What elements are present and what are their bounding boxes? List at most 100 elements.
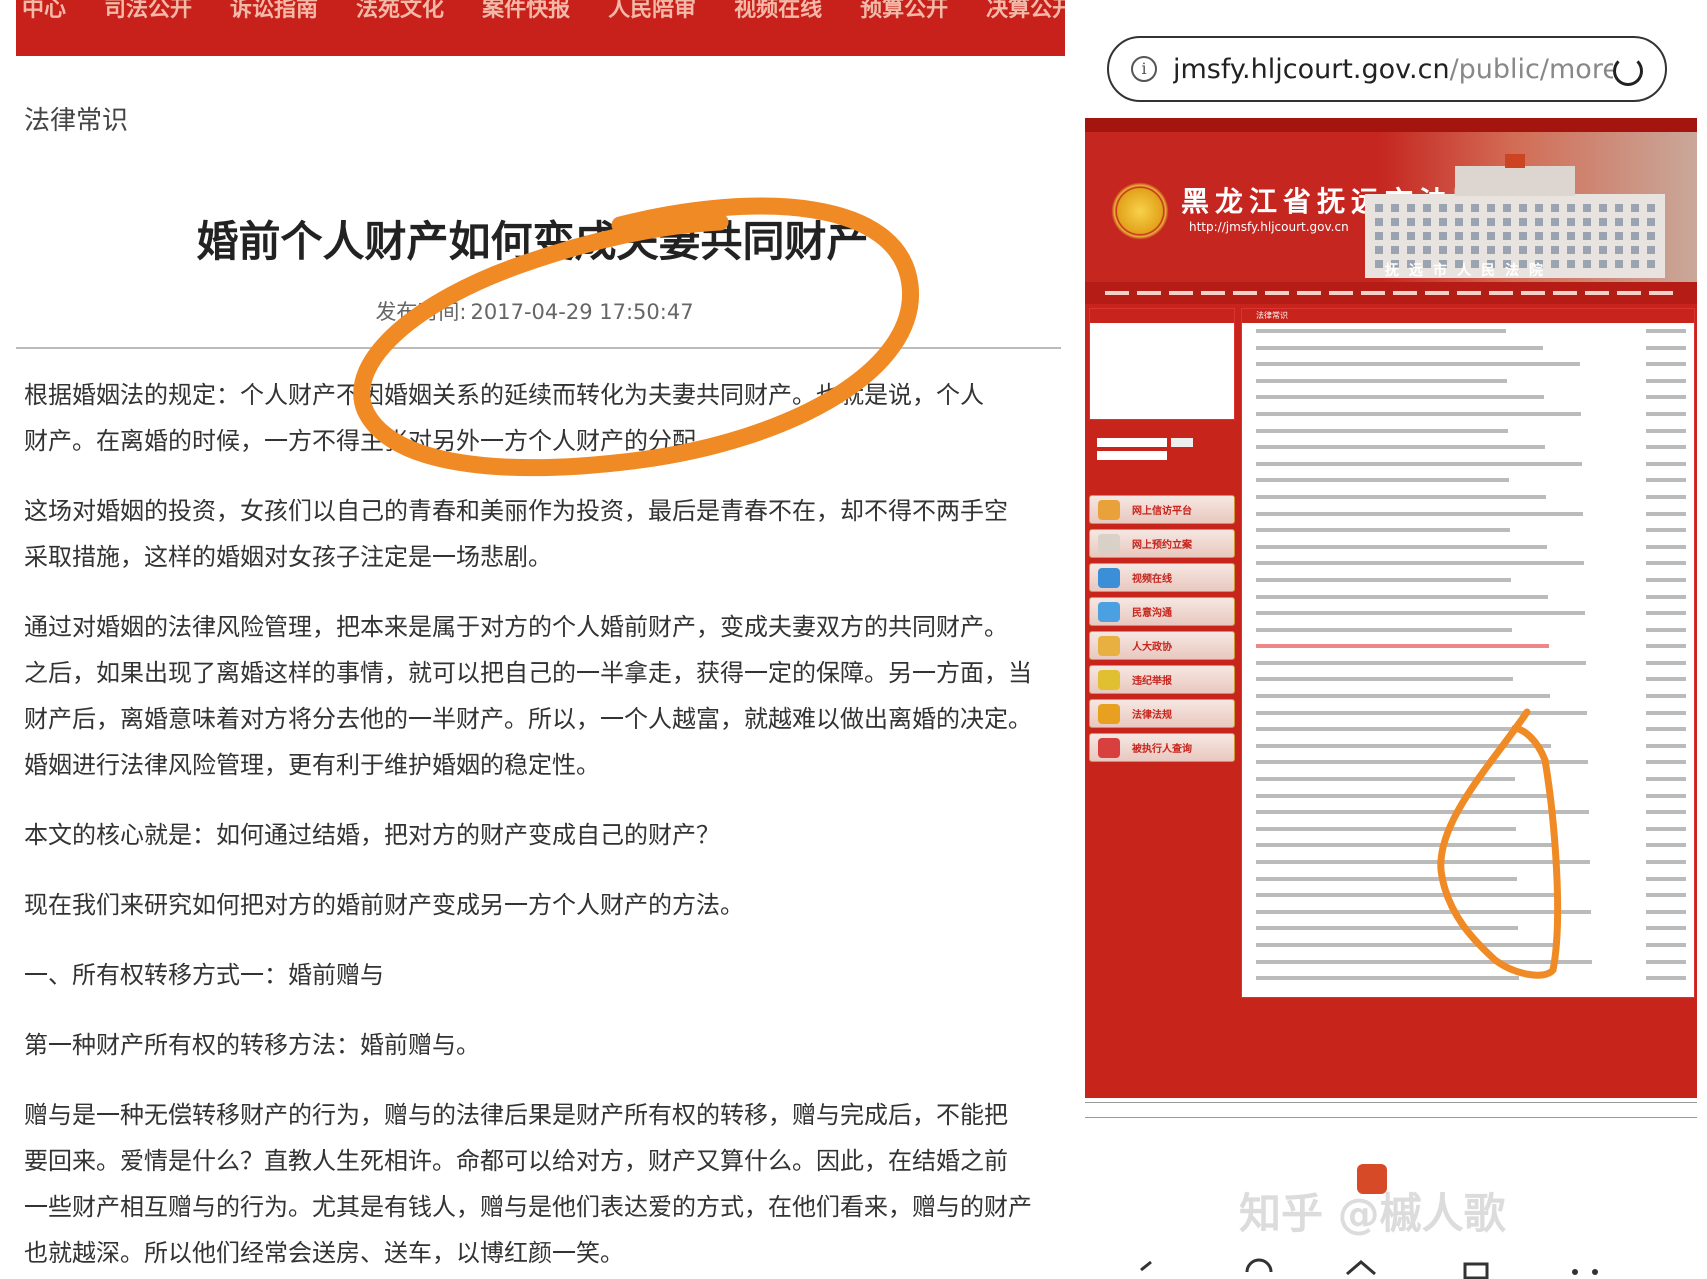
list-item[interactable]	[1242, 439, 1694, 456]
reload-icon[interactable]	[1613, 56, 1643, 86]
site-menu-item[interactable]	[1233, 291, 1257, 295]
article-line: 一、所有权转移方式一：婚前赠与	[24, 961, 384, 989]
list-item[interactable]	[1242, 539, 1694, 556]
tabs-icon	[1463, 1262, 1489, 1279]
sidebar-button[interactable]: 视频在线	[1089, 563, 1235, 592]
top-nav-item[interactable]: 中心	[22, 0, 66, 21]
list-item[interactable]	[1242, 522, 1694, 539]
site-menu-item[interactable]	[1585, 291, 1609, 295]
info-icon[interactable]: i	[1131, 56, 1157, 82]
top-nav-item[interactable]: 案件快报	[482, 0, 570, 21]
sidebar-button[interactable]: 民意沟通	[1089, 597, 1235, 626]
article-line: 现在我们来研究如何把对方的婚前财产变成另一方个人财产的方法。	[24, 891, 744, 919]
list-item[interactable]	[1242, 821, 1694, 838]
top-nav-item[interactable]: 诉讼指南	[230, 0, 318, 21]
list-item[interactable]	[1242, 389, 1694, 406]
list-item[interactable]	[1242, 754, 1694, 771]
list-item[interactable]	[1242, 920, 1694, 937]
article-line: 也就越深。所以他们经常会送房、送车，以博红颜一笑。	[24, 1239, 624, 1267]
list-item[interactable]	[1242, 788, 1694, 805]
sidebar-button[interactable]: 网上预约立案	[1089, 529, 1235, 558]
list-item[interactable]	[1242, 854, 1694, 871]
list-item[interactable]	[1242, 954, 1694, 971]
site-menu-item[interactable]	[1169, 291, 1193, 295]
sidebar-button[interactable]: 法律法规	[1089, 699, 1235, 728]
site-menu-item[interactable]	[1617, 291, 1641, 295]
site-menu-item[interactable]	[1649, 291, 1673, 295]
search-button[interactable]	[1171, 438, 1193, 447]
list-item[interactable]	[1242, 804, 1694, 821]
list-item[interactable]	[1242, 871, 1694, 888]
sidebar-button[interactable]: 被执行人查询	[1089, 733, 1235, 762]
list-item[interactable]	[1242, 589, 1694, 606]
zhihu-watermark: 知乎 @槭人歌	[1239, 1189, 1506, 1238]
list-item[interactable]	[1242, 406, 1694, 423]
list-item[interactable]	[1242, 472, 1694, 489]
list-item[interactable]	[1242, 904, 1694, 921]
list-item[interactable]	[1242, 671, 1694, 688]
search-input[interactable]	[1097, 451, 1167, 460]
list-item[interactable]	[1242, 506, 1694, 523]
article-list: 法律常识	[1241, 308, 1695, 998]
article-line: 财产。在离婚的时候，一方不得主张对另外一方个人财产的分配。	[24, 427, 720, 455]
top-nav-item[interactable]: 人民陪审	[608, 0, 696, 21]
list-item[interactable]	[1242, 323, 1694, 340]
article-line: 之后，如果出现了离婚这样的事情，就可以把自己的一半拿走，获得一定的保障。另一方面…	[24, 659, 1032, 687]
list-item[interactable]	[1242, 456, 1694, 473]
top-nav-item[interactable]: 预算公开	[860, 0, 948, 21]
list-item[interactable]	[1242, 605, 1694, 622]
list-item[interactable]	[1242, 655, 1694, 672]
sidebar-button-label: 法律法规	[1132, 710, 1172, 721]
list-item[interactable]	[1242, 937, 1694, 954]
site-menu-item[interactable]	[1361, 291, 1385, 295]
sidebar-button-label: 民意沟通	[1132, 608, 1172, 619]
top-nav-item[interactable]: 决算公开	[986, 0, 1065, 21]
search-select[interactable]	[1097, 438, 1167, 447]
site-menu-item[interactable]	[1137, 291, 1161, 295]
list-item[interactable]	[1242, 721, 1694, 738]
sidebar-button-label: 人大政协	[1132, 642, 1172, 653]
address-bar[interactable]: i jmsfy.hljcourt.gov.cn/public/more.p	[1107, 36, 1667, 102]
article-line: 婚姻进行法律风险管理，更有利于维护婚姻的稳定性。	[24, 751, 600, 779]
top-nav-item[interactable]: 司法公开	[104, 0, 192, 21]
list-item[interactable]	[1242, 340, 1694, 357]
site-menu-item[interactable]	[1105, 291, 1129, 295]
site-menu-item[interactable]	[1521, 291, 1545, 295]
site-menu-item[interactable]	[1553, 291, 1577, 295]
sidebar-button[interactable]: 违纪举报	[1089, 665, 1235, 694]
sidebar-button[interactable]: 人大政协	[1089, 631, 1235, 660]
site-menu-item[interactable]	[1329, 291, 1353, 295]
list-item[interactable]	[1242, 423, 1694, 440]
site-menu-item[interactable]	[1425, 291, 1449, 295]
search-icon	[1245, 1258, 1273, 1273]
url-text[interactable]: jmsfy.hljcourt.gov.cn/public/more.p	[1173, 54, 1613, 85]
list-item[interactable]	[1242, 705, 1694, 722]
list-item[interactable]	[1242, 373, 1694, 390]
sidebar-button-icon	[1098, 567, 1120, 588]
site-menu-item[interactable]	[1489, 291, 1513, 295]
list-item[interactable]	[1242, 771, 1694, 788]
list-item[interactable]	[1242, 572, 1694, 589]
top-nav-item[interactable]: 法苑文化	[356, 0, 444, 21]
site-menu-item[interactable]	[1393, 291, 1417, 295]
list-item[interactable]	[1242, 887, 1694, 904]
article-screenshot: 中心 司法公开 诉讼指南 法苑文化 案件快报 人民陪审 视频在线 预算公开 决算公开 法律常识 …	[0, 0, 1065, 1279]
article-title: 婚前个人财产如何变成夫妻共同财产	[196, 217, 869, 266]
list-item[interactable]	[1242, 555, 1694, 572]
list-item[interactable]	[1242, 688, 1694, 705]
list-item[interactable]	[1242, 738, 1694, 755]
site-menu-item[interactable]	[1265, 291, 1289, 295]
list-item[interactable]	[1242, 356, 1694, 373]
list-item[interactable]	[1242, 970, 1694, 987]
site-menu-item[interactable]	[1201, 291, 1225, 295]
list-item[interactable]	[1242, 622, 1694, 639]
site-menu-item[interactable]	[1297, 291, 1321, 295]
site-menu-item[interactable]	[1457, 291, 1481, 295]
list-item[interactable]	[1242, 837, 1694, 854]
sidebar-button[interactable]: 网上信访平台	[1089, 495, 1235, 524]
top-nav-item[interactable]: 视频在线	[734, 0, 822, 21]
sidebar-button-icon	[1098, 533, 1120, 554]
more-icon	[1572, 1269, 1598, 1275]
list-item[interactable]	[1242, 489, 1694, 506]
list-item[interactable]	[1242, 638, 1694, 655]
